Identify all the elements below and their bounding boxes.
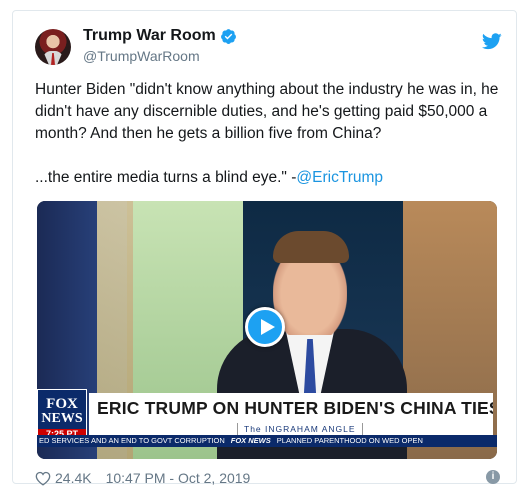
avatar[interactable] [35, 29, 71, 65]
quote-text: ...the entire media turns a blind eye." … [35, 169, 297, 186]
news-ticker: ED SERVICES AND AN END TO GOVT CORRUPTIO… [37, 435, 497, 447]
fox-news-logo: FOX NEWS 7:25 PT [37, 389, 87, 441]
tweet-card: Trump War Room @TrumpWarRoom Hunter Bide… [12, 10, 517, 486]
tweet-timestamp[interactable]: 10:47 PM - Oct 2, 2019 [106, 470, 251, 486]
info-icon[interactable]: i [486, 470, 500, 484]
mention-link[interactable]: @EricTrump [296, 169, 383, 186]
chyron-headline: ERIC TRUMP ON HUNTER BIDEN'S CHINA TIES [89, 393, 493, 423]
video-player[interactable]: FOX NEWS 7:25 PT ERIC TRUMP ON HUNTER BI… [37, 201, 497, 459]
like-count[interactable]: 24.4K [55, 470, 92, 486]
play-icon[interactable] [245, 307, 285, 347]
show-name: The INGRAHAM ANGLE [237, 423, 363, 435]
author-handle[interactable]: @TrumpWarRoom [83, 48, 200, 64]
tweet-text-paragraph-1: Hunter Biden "didn't know anything about… [35, 81, 499, 142]
tweet-header: Trump War Room @TrumpWarRoom [35, 27, 502, 71]
display-name[interactable]: Trump War Room [83, 27, 216, 45]
twitter-bird-icon[interactable] [482, 33, 502, 50]
ticker-left: ED SERVICES AND AN END TO GOVT CORRUPTIO… [39, 436, 225, 445]
tweet-text: Hunter Biden "didn't know anything about… [35, 79, 515, 189]
heart-icon[interactable] [35, 471, 51, 486]
author-name-row[interactable]: Trump War Room [83, 27, 237, 45]
news-chyron: FOX NEWS 7:25 PT ERIC TRUMP ON HUNTER BI… [37, 389, 497, 459]
ticker-brand: FOX NEWS [230, 436, 271, 445]
ticker-right: PLANNED PARENTHOOD ON WED OPEN [276, 436, 423, 445]
tweet-text-paragraph-2: ...the entire media turns a blind eye." … [35, 167, 515, 189]
verified-badge-icon [220, 28, 236, 44]
tweet-footer: 24.4K 10:47 PM - Oct 2, 2019 i [35, 467, 502, 489]
